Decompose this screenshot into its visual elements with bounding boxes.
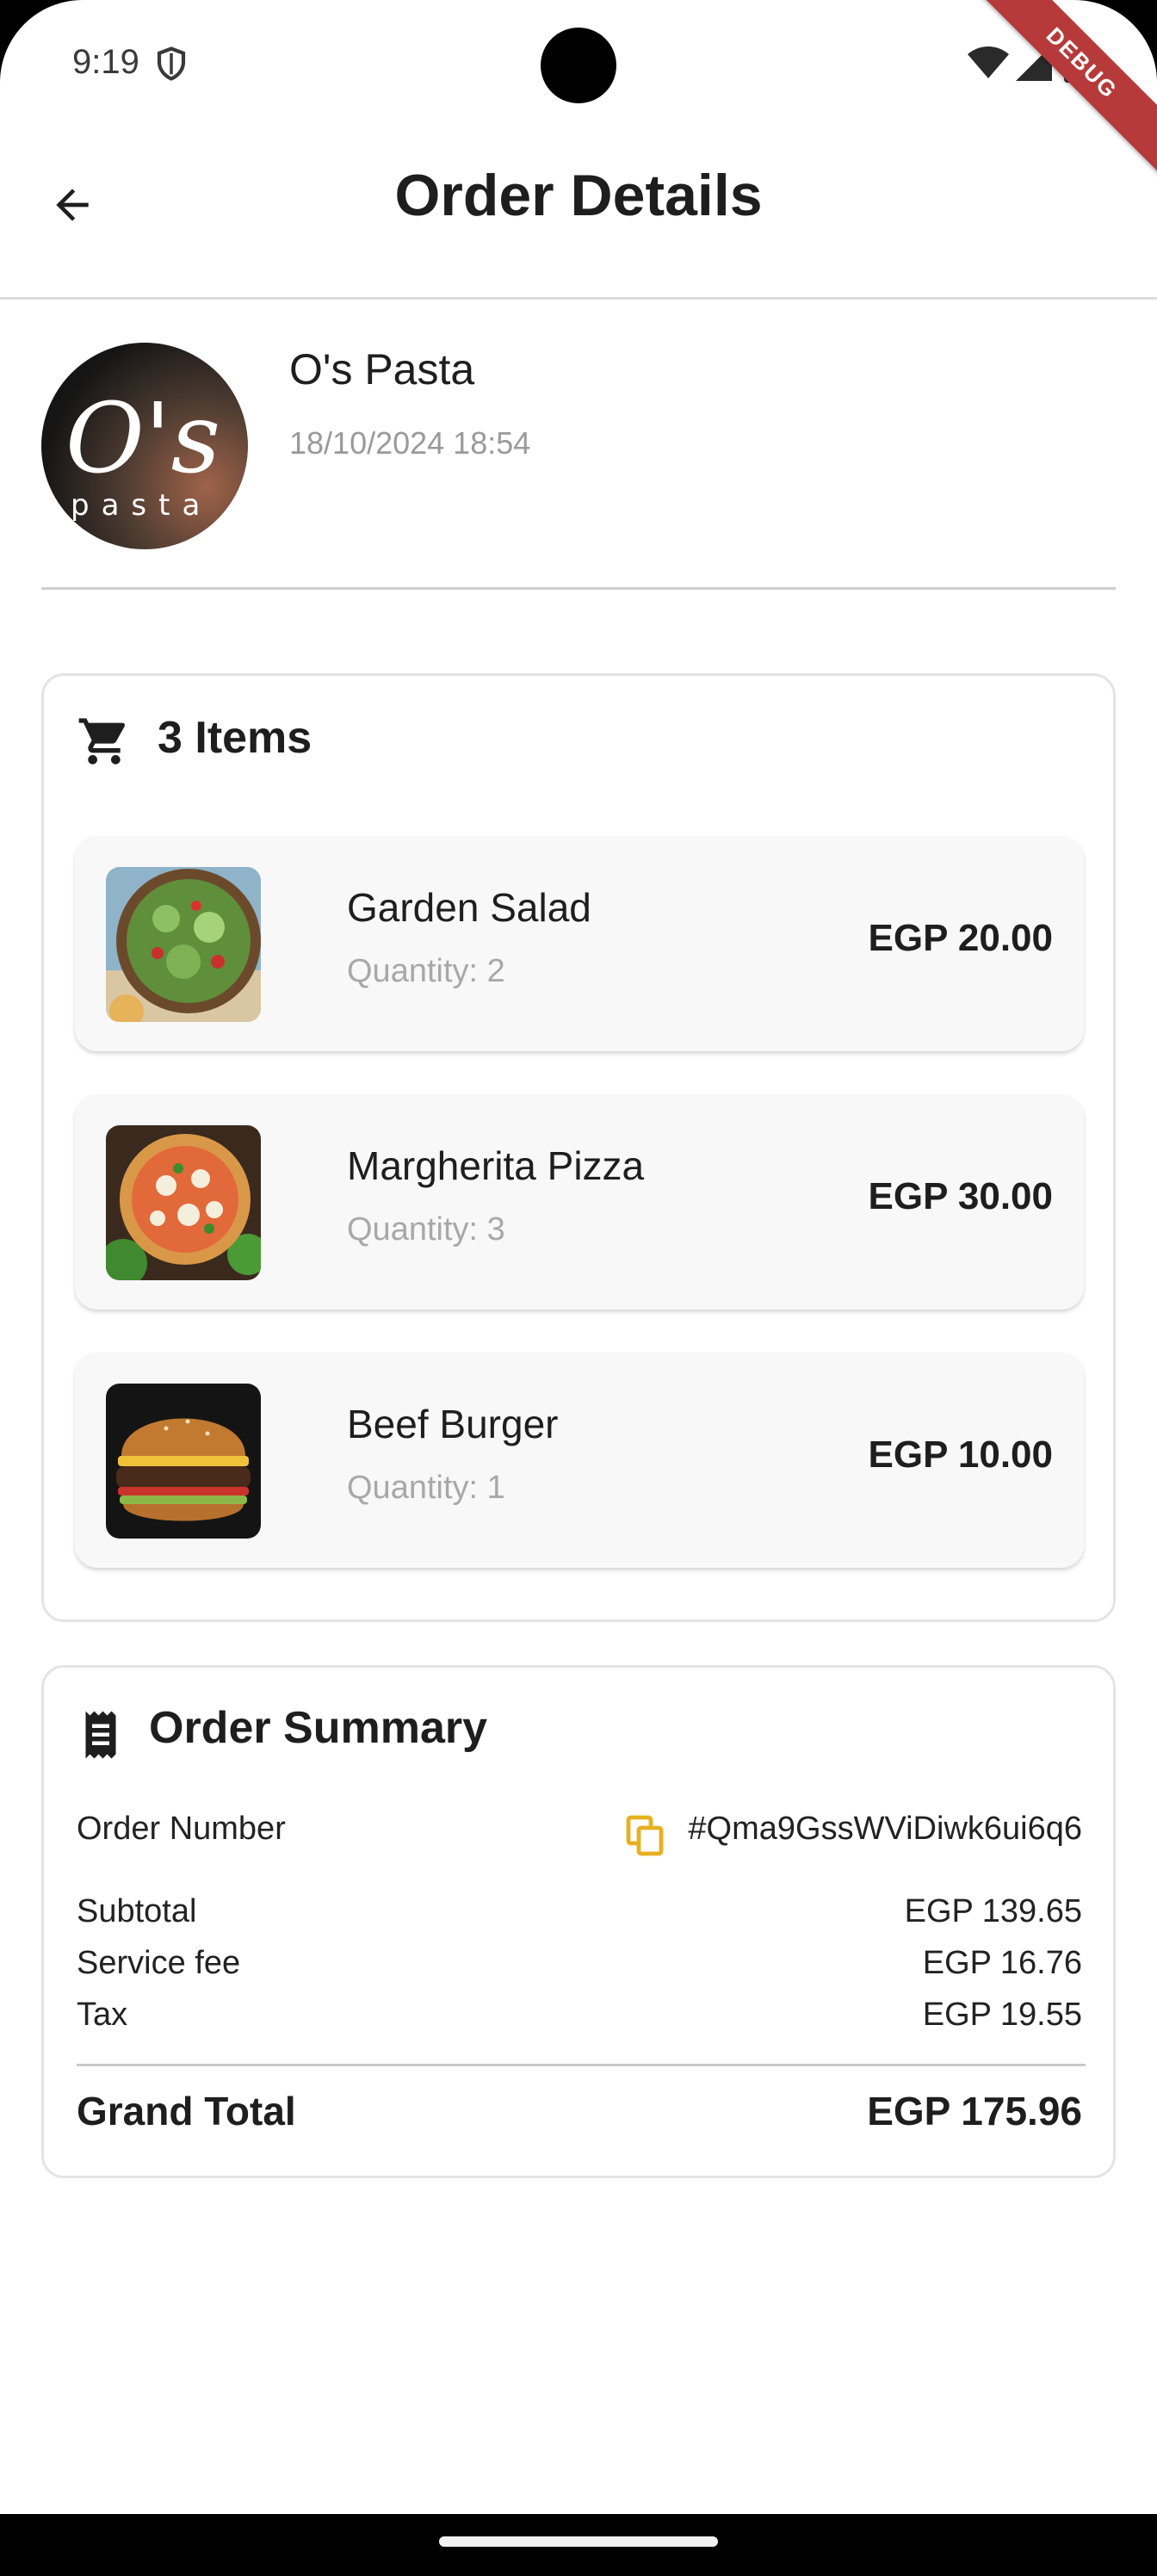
divider xyxy=(77,2064,1086,2066)
page-title: Order Details xyxy=(394,163,763,228)
logo-text-sub: pasta xyxy=(71,488,212,523)
item-price: EGP 20.00 xyxy=(868,917,1053,959)
item-image xyxy=(106,1384,261,1539)
copy-icon[interactable] xyxy=(626,1814,664,1857)
items-card: 3 Items Garden Salad Quantity: 2 EGP 20.… xyxy=(41,673,1116,1622)
home-gesture-pill[interactable] xyxy=(439,2536,718,2547)
item-name: Margherita Pizza xyxy=(347,1143,645,1188)
logo-text-main: O's xyxy=(65,383,220,495)
status-bar: 9:19 DEBUG xyxy=(0,0,1157,180)
subtotal-label: Subtotal xyxy=(77,1893,197,1929)
grand-total-label: Grand Total xyxy=(77,2089,296,2133)
summary-title: Order Summary xyxy=(149,1703,488,1753)
order-item[interactable]: Beef Burger Quantity: 1 EGP 10.00 xyxy=(75,1353,1084,1568)
app-bar: Order Details xyxy=(0,129,1157,300)
item-price: EGP 10.00 xyxy=(868,1434,1053,1476)
order-item[interactable]: Garden Salad Quantity: 2 EGP 20.00 xyxy=(75,836,1084,1051)
item-image xyxy=(106,1125,261,1280)
item-quantity: Quantity: 2 xyxy=(347,953,505,989)
order-summary-card: Order Summary Order Number #Qma9GssWViDi… xyxy=(41,1665,1116,2178)
restaurant-logo: O's pasta xyxy=(41,343,248,549)
tax-value: EGP 19.55 xyxy=(922,1997,1082,2033)
subtotal-value: EGP 139.65 xyxy=(904,1893,1082,1929)
item-image xyxy=(106,867,261,1022)
item-name: Garden Salad xyxy=(347,885,591,930)
item-name: Beef Burger xyxy=(347,1402,559,1446)
restaurant-name: O's Pasta xyxy=(289,345,475,393)
receipt-icon xyxy=(85,1711,116,1759)
camera-cutout xyxy=(541,28,616,103)
shield-icon xyxy=(157,46,186,81)
phone-screen: 9:19 DEBUG Order Details O's pasta O's P… xyxy=(0,0,1157,2576)
service-fee-label: Service fee xyxy=(77,1945,241,1981)
item-price: EGP 30.00 xyxy=(868,1175,1053,1217)
divider xyxy=(41,587,1116,590)
status-time: 9:19 xyxy=(72,43,139,81)
system-nav-bar xyxy=(0,2514,1157,2576)
order-date: 18/10/2024 18:54 xyxy=(289,425,531,461)
wifi-icon xyxy=(968,46,1009,78)
order-number[interactable]: #Qma9GssWViDiwk6ui6q6 xyxy=(688,1811,1082,1848)
item-quantity: Quantity: 1 xyxy=(347,1470,505,1506)
tax-label: Tax xyxy=(77,1997,128,2033)
order-number-label: Order Number xyxy=(77,1811,286,1847)
grand-total-value: EGP 175.96 xyxy=(867,2089,1082,2133)
service-fee-value: EGP 16.76 xyxy=(922,1945,1082,1981)
items-count: 3 Items xyxy=(158,713,312,763)
order-item[interactable]: Margherita Pizza Quantity: 3 EGP 30.00 xyxy=(75,1094,1084,1310)
item-quantity: Quantity: 3 xyxy=(347,1211,505,1248)
cart-icon xyxy=(78,718,126,765)
